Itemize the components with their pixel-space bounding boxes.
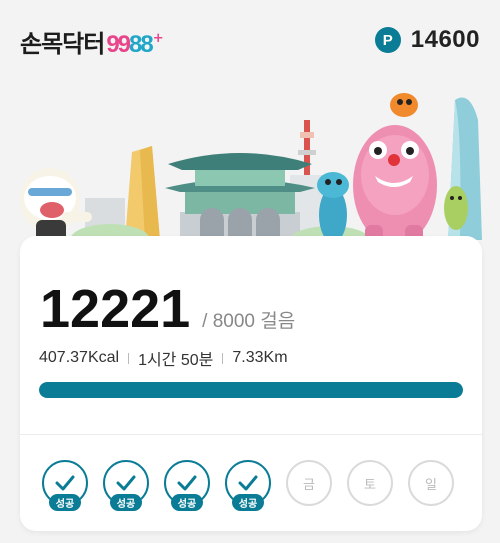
distance-value: 7.33Km [232, 349, 288, 366]
points-icon: P [374, 27, 401, 53]
day-status-3[interactable]: 성공 [223, 458, 273, 516]
step-count: 12221 [40, 279, 191, 339]
day-status-2[interactable]: 성공 [162, 458, 212, 516]
day-status-1[interactable]: 성공 [101, 458, 151, 516]
day-status-5[interactable]: 토 [345, 458, 395, 516]
success-badge: 성공 [171, 494, 203, 511]
day-label: 일 [408, 460, 454, 506]
duration-value: 1시간 50분 [138, 352, 214, 369]
day-label: 금 [286, 460, 332, 506]
step-progress-bar [39, 382, 463, 398]
landmarks-banner [0, 80, 500, 255]
stat-divider [128, 352, 130, 364]
success-badge: 성공 [110, 494, 142, 511]
points-display[interactable]: P 14600 [374, 26, 480, 54]
calories-value: 407.37Kcal [39, 349, 120, 366]
seoul-landmarks-illustration [0, 80, 500, 255]
app-logo[interactable]: 손목닥터 99 88 + [20, 24, 164, 59]
stat-divider [222, 352, 224, 364]
app-header: 손목닥터 99 88 + P 14600 [0, 0, 500, 80]
day-status-4[interactable]: 금 [284, 458, 334, 516]
steps-row: 12221 / 8000 걸음 [40, 278, 295, 340]
activity-stats: 407.37Kcal 1시간 50분 7.33Km [39, 346, 288, 370]
logo-number-88: 88 [129, 31, 154, 58]
day-label: 토 [347, 460, 393, 506]
success-badge: 성공 [49, 494, 81, 511]
success-badge: 성공 [232, 494, 264, 511]
logo-text: 손목닥터 [20, 30, 105, 58]
card-divider [20, 434, 482, 435]
points-value: 14600 [410, 26, 480, 53]
day-status-0[interactable]: 성공 [40, 458, 90, 516]
logo-plus: + [152, 31, 164, 46]
weekly-status: 성공 성공 성공 성공 금 토 일 [40, 458, 470, 518]
day-status-6[interactable]: 일 [406, 458, 456, 516]
step-summary-card[interactable]: 12221 / 8000 걸음 407.37Kcal 1시간 50분 7.33K… [20, 236, 482, 531]
step-goal: / 8000 걸음 [202, 311, 296, 332]
step-progress-fill [39, 382, 463, 398]
logo-number-99: 99 [106, 31, 131, 58]
